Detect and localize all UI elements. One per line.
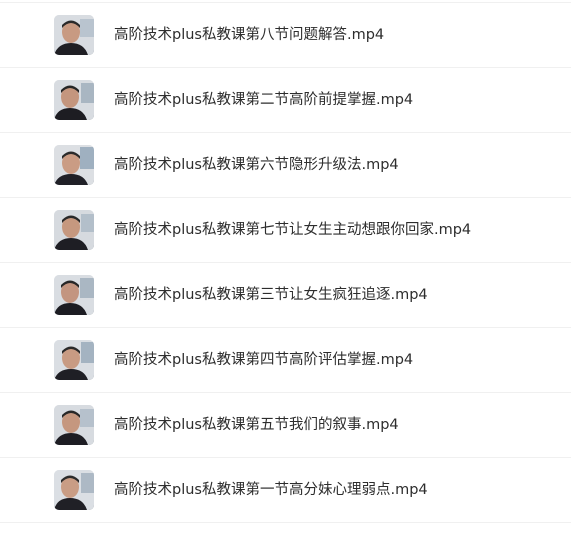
file-row[interactable]: 高阶技术plus私教课第七节让女生主动想跟你回家.mp4 <box>0 198 571 263</box>
file-row[interactable]: 高阶技术plus私教课第四节高阶评估掌握.mp4 <box>0 328 571 393</box>
file-name: 高阶技术plus私教课第八节问题解答.mp4 <box>114 27 385 43</box>
file-name: 高阶技术plus私教课第一节高分妹心理弱点.mp4 <box>114 482 428 498</box>
file-name: 高阶技术plus私教课第四节高阶评估掌握.mp4 <box>114 352 414 368</box>
file-name: 高阶技术plus私教课第六节隐形升级法.mp4 <box>114 157 399 173</box>
video-thumbnail-icon <box>54 145 94 185</box>
video-thumbnail-icon <box>54 80 94 120</box>
file-name: 高阶技术plus私教课第二节高阶前提掌握.mp4 <box>114 92 414 108</box>
file-name: 高阶技术plus私教课第三节让女生疯狂追逐.mp4 <box>114 287 428 303</box>
file-row[interactable]: 高阶技术plus私教课第六节隐形升级法.mp4 <box>0 133 571 198</box>
file-name: 高阶技术plus私教课第七节让女生主动想跟你回家.mp4 <box>114 222 472 238</box>
video-thumbnail-icon <box>54 15 94 55</box>
video-thumbnail-icon <box>54 275 94 315</box>
file-row[interactable]: 高阶技术plus私教课第五节我们的叙事.mp4 <box>0 393 571 458</box>
file-row[interactable]: 高阶技术plus私教课第二节高阶前提掌握.mp4 <box>0 68 571 133</box>
file-row[interactable]: 高阶技术plus私教课第三节让女生疯狂追逐.mp4 <box>0 263 571 328</box>
video-thumbnail-icon <box>54 405 94 445</box>
video-thumbnail-icon <box>54 470 94 510</box>
file-row[interactable]: 高阶技术plus私教课第八节问题解答.mp4 <box>0 2 571 68</box>
video-thumbnail-icon <box>54 340 94 380</box>
file-row[interactable]: 高阶技术plus私教课第一节高分妹心理弱点.mp4 <box>0 458 571 523</box>
file-list: 高阶技术plus私教课第八节问题解答.mp4 高阶技术plus私教课第二节高阶前… <box>0 2 571 523</box>
file-name: 高阶技术plus私教课第五节我们的叙事.mp4 <box>114 417 399 433</box>
video-thumbnail-icon <box>54 210 94 250</box>
